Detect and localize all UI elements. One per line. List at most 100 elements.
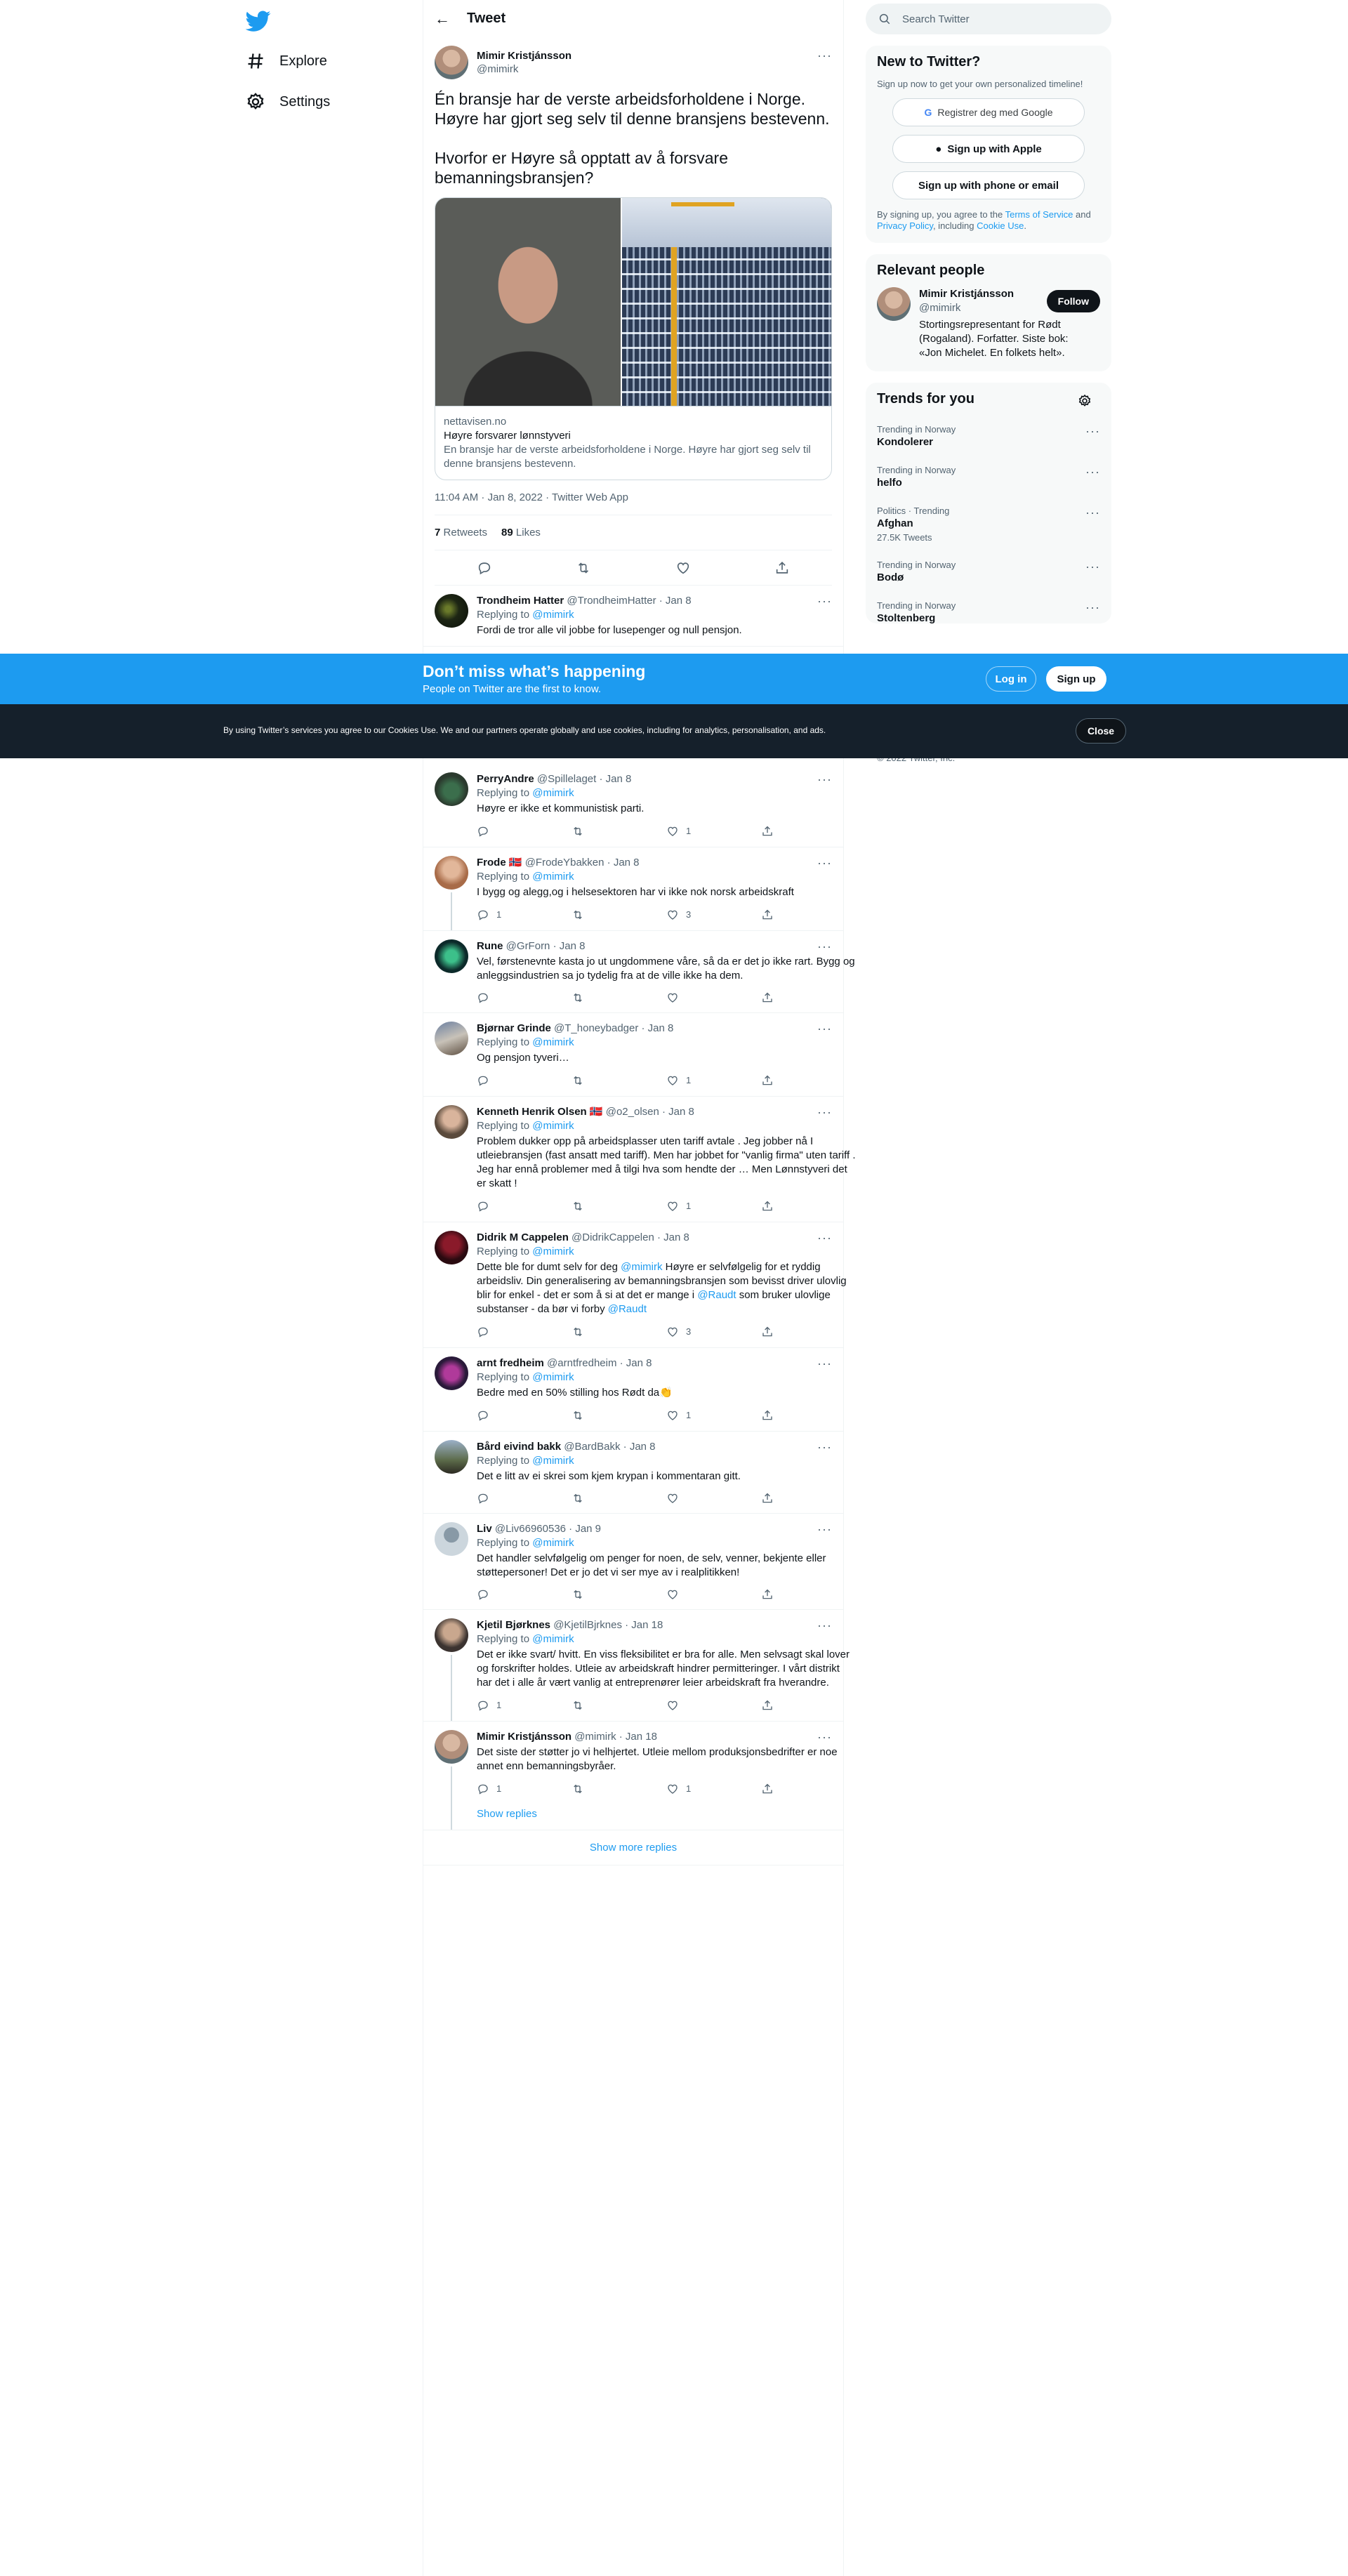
terms-link[interactable]: Terms of Service bbox=[1005, 209, 1073, 220]
more-icon[interactable]: ··· bbox=[817, 1730, 832, 1745]
more-icon[interactable]: ··· bbox=[817, 1022, 832, 1036]
more-icon[interactable]: ··· bbox=[1085, 506, 1100, 520]
reply-author-handle[interactable]: @KjetilBjrknes bbox=[553, 1619, 622, 1631]
avatar[interactable] bbox=[435, 1022, 468, 1055]
reply-tweet[interactable]: Trondheim Hatter @TrondheimHatter · Jan … bbox=[423, 586, 843, 647]
like-button[interactable] bbox=[666, 991, 761, 1004]
reply-button[interactable] bbox=[477, 1074, 571, 1088]
avatar[interactable] bbox=[435, 1356, 468, 1390]
reply-button[interactable] bbox=[477, 824, 571, 838]
avatar[interactable] bbox=[435, 594, 468, 628]
more-icon[interactable]: ··· bbox=[1085, 600, 1100, 615]
avatar[interactable] bbox=[435, 939, 468, 973]
reply-date[interactable]: · Jan 8 bbox=[642, 1022, 674, 1034]
retweet-button[interactable] bbox=[571, 1074, 666, 1088]
phone-signup-button[interactable]: Sign up with phone or email bbox=[892, 171, 1085, 199]
share-button[interactable] bbox=[761, 991, 856, 1004]
reply-author-handle[interactable]: @GrForn bbox=[506, 940, 550, 952]
likes-stat[interactable]: 89 Likes bbox=[501, 527, 541, 539]
retweet-button[interactable] bbox=[571, 991, 666, 1004]
mention-link[interactable]: @mimirk bbox=[532, 1633, 574, 1645]
like-button[interactable]: 1 bbox=[666, 824, 761, 838]
share-icon[interactable] bbox=[774, 560, 790, 576]
reply-icon[interactable] bbox=[477, 560, 492, 576]
share-button[interactable] bbox=[761, 824, 856, 838]
more-icon[interactable]: ··· bbox=[817, 772, 832, 787]
reply-tweet[interactable]: Frode 🇳🇴 @FrodeYbakken · Jan 8 Replying … bbox=[423, 847, 843, 931]
nav-settings[interactable]: Settings bbox=[246, 88, 330, 116]
retweet-button[interactable] bbox=[571, 1698, 666, 1712]
more-icon[interactable]: ··· bbox=[1085, 424, 1100, 439]
reply-tweet[interactable]: Bjørnar Grinde @T_honeybadger · Jan 8 Re… bbox=[423, 1013, 843, 1097]
author-name[interactable]: Mimir Kristjánsson bbox=[477, 50, 571, 62]
reply-tweet[interactable]: Liv @Liv66960536 · Jan 9 Replying to @mi… bbox=[423, 1514, 843, 1610]
avatar[interactable] bbox=[435, 1618, 468, 1652]
reply-button[interactable]: 1 bbox=[477, 1782, 571, 1796]
reply-author-handle[interactable]: @TrondheimHatter bbox=[567, 595, 656, 607]
retweet-icon[interactable] bbox=[576, 560, 591, 576]
more-icon[interactable]: ··· bbox=[1085, 560, 1100, 574]
reply-date[interactable]: · Jan 18 bbox=[625, 1619, 663, 1631]
mention-link[interactable]: @mimirk bbox=[532, 1036, 574, 1048]
google-signup-button[interactable]: G Registrer deg med Google bbox=[892, 98, 1085, 126]
reply-tweet[interactable]: Bård eivind bakk @BardBakk · Jan 8 Reply… bbox=[423, 1432, 843, 1514]
reply-button[interactable]: 1 bbox=[477, 1698, 571, 1712]
trend-item[interactable]: Trending in Norway Stoltenberg ··· bbox=[866, 592, 1111, 623]
trend-item[interactable]: Politics · Trending Afghan 27.5K Tweets … bbox=[866, 497, 1111, 551]
reply-author-name[interactable]: Bård eivind bakk bbox=[477, 1441, 561, 1453]
avatar[interactable] bbox=[435, 1440, 468, 1474]
retweet-button[interactable] bbox=[571, 1492, 666, 1505]
trend-item[interactable]: Trending in Norway Kondolerer ··· bbox=[866, 416, 1111, 456]
reply-button[interactable]: 1 bbox=[477, 908, 571, 922]
reply-date[interactable]: · Jan 9 bbox=[569, 1523, 601, 1535]
reply-author-name[interactable]: Frode 🇳🇴 bbox=[477, 857, 522, 868]
back-arrow-icon[interactable]: ← bbox=[435, 10, 450, 28]
more-icon[interactable]: ··· bbox=[817, 48, 832, 63]
privacy-link[interactable]: Privacy Policy bbox=[877, 220, 933, 231]
like-button[interactable]: 1 bbox=[666, 1074, 761, 1088]
reply-button[interactable] bbox=[477, 991, 571, 1004]
reply-author-name[interactable]: Trondheim Hatter bbox=[477, 595, 564, 607]
like-button[interactable] bbox=[666, 1588, 761, 1601]
mention-link[interactable]: @mimirk bbox=[532, 1537, 574, 1549]
reply-author-handle[interactable]: @o2_olsen bbox=[606, 1106, 659, 1118]
avatar[interactable] bbox=[877, 287, 911, 321]
avatar[interactable] bbox=[435, 1105, 468, 1139]
trend-item[interactable]: Trending in Norway helfo ··· bbox=[866, 456, 1111, 497]
more-icon[interactable]: ··· bbox=[817, 594, 832, 609]
retweet-button[interactable] bbox=[571, 1782, 666, 1796]
login-button[interactable]: Log in bbox=[986, 666, 1036, 692]
search-box[interactable]: Search Twitter bbox=[866, 4, 1111, 34]
retweet-button[interactable] bbox=[571, 908, 666, 922]
mention-link[interactable]: @Raudt bbox=[608, 1303, 647, 1315]
retweet-button[interactable] bbox=[571, 1325, 666, 1339]
like-button[interactable]: 3 bbox=[666, 1325, 761, 1339]
more-icon[interactable]: ··· bbox=[817, 856, 832, 871]
avatar[interactable] bbox=[435, 1522, 468, 1556]
reply-tweet[interactable]: arnt fredheim @arntfredheim · Jan 8 Repl… bbox=[423, 1348, 843, 1432]
more-icon[interactable]: ··· bbox=[817, 1522, 832, 1537]
share-button[interactable] bbox=[761, 1325, 856, 1339]
reply-button[interactable] bbox=[477, 1588, 571, 1601]
reply-author-name[interactable]: Kjetil Bjørknes bbox=[477, 1619, 550, 1631]
reply-button[interactable] bbox=[477, 1325, 571, 1339]
reply-button[interactable] bbox=[477, 1199, 571, 1213]
reply-date[interactable]: · Jan 8 bbox=[657, 1231, 689, 1243]
link-card[interactable]: nettavisen.no Høyre forsvarer lønnstyver… bbox=[435, 197, 832, 480]
reply-author-name[interactable]: Mimir Kristjánsson bbox=[477, 1731, 571, 1743]
retweet-button[interactable] bbox=[571, 1408, 666, 1422]
avatar[interactable] bbox=[435, 46, 468, 79]
more-icon[interactable]: ··· bbox=[1085, 465, 1100, 480]
reply-tweet[interactable]: Rune @GrForn · Jan 8 Vel, førstenevnte k… bbox=[423, 931, 855, 1013]
reply-author-name[interactable]: Rune bbox=[477, 940, 503, 952]
mention-link[interactable]: @mimirk bbox=[532, 1371, 574, 1383]
like-button[interactable]: 1 bbox=[666, 1199, 761, 1213]
share-button[interactable] bbox=[761, 1199, 856, 1213]
retweet-button[interactable] bbox=[571, 824, 666, 838]
reply-author-handle[interactable]: @arntfredheim bbox=[547, 1357, 616, 1369]
share-button[interactable] bbox=[761, 1698, 856, 1712]
mention-link[interactable]: @mimirk bbox=[532, 1246, 574, 1257]
show-replies-link[interactable]: Show replies bbox=[477, 1807, 856, 1821]
signup-button[interactable]: Sign up bbox=[1046, 666, 1106, 692]
reply-author-name[interactable]: Kenneth Henrik Olsen 🇳🇴 bbox=[477, 1106, 603, 1118]
